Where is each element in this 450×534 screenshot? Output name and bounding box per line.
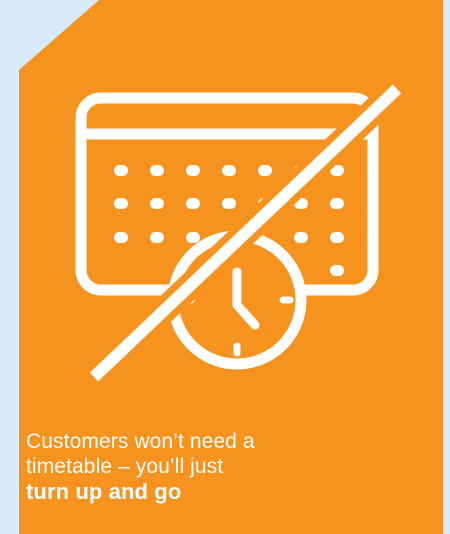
caption: Customers won’t need a timetable – you’l… [26,429,426,504]
info-card: Customers won’t need a timetable – you’l… [19,0,443,534]
calendar-clock-icon [55,82,415,402]
caption-line-2: timetable – you’ll just [26,455,224,478]
caption-line-1: Customers won’t need a [26,430,255,453]
caption-emphasis: turn up and go [26,479,182,504]
